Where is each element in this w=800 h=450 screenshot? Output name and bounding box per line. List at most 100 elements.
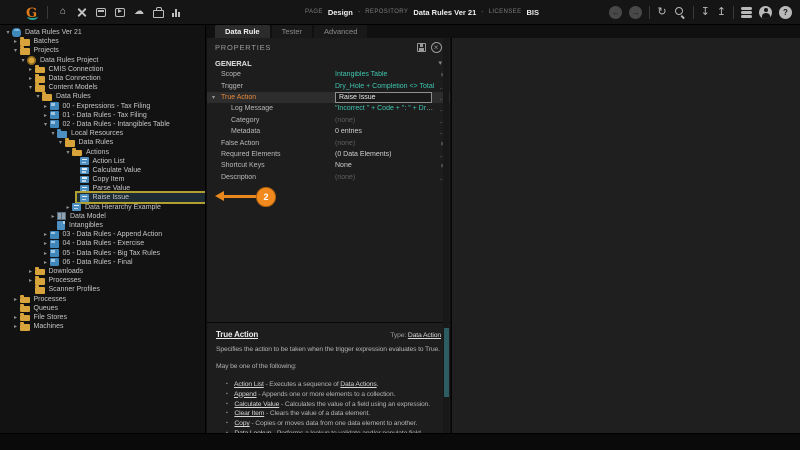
expand-arrow-icon[interactable] bbox=[42, 250, 50, 257]
property-row[interactable]: ▾ Category (none) bbox=[207, 115, 450, 126]
property-value[interactable]: None bbox=[335, 162, 436, 169]
property-value[interactable]: 0 entries bbox=[335, 128, 436, 135]
expand-arrow-icon[interactable] bbox=[12, 38, 20, 45]
tree-item[interactable]: Scanner Profiles bbox=[0, 285, 205, 294]
tree-item[interactable]: Actions bbox=[0, 147, 205, 156]
tree-item[interactable]: File Stores bbox=[0, 313, 205, 322]
tree-item[interactable]: Local Resources bbox=[0, 129, 205, 138]
property-value[interactable]: "Incorrect " + Code + ": " + Dry_Hole.To… bbox=[335, 105, 436, 112]
tree-item[interactable]: Copy Item bbox=[0, 175, 205, 184]
forward-icon[interactable]: → bbox=[629, 6, 642, 19]
tree-item[interactable]: Content Models bbox=[0, 83, 205, 92]
expand-arrow-icon[interactable] bbox=[42, 259, 50, 266]
expand-arrow-icon[interactable] bbox=[27, 66, 35, 73]
import-icon[interactable]: ↧ bbox=[701, 6, 710, 19]
help-term-link[interactable]: Calculate Value bbox=[234, 401, 279, 408]
property-row[interactable]: ▾ Trigger Dry_Hole + Completion <> Total bbox=[207, 80, 450, 91]
expand-arrow-icon[interactable] bbox=[64, 204, 72, 211]
toolbox-icon[interactable] bbox=[153, 10, 164, 18]
tree-item[interactable]: Parse Value bbox=[0, 184, 205, 193]
tree-item[interactable]: 00 - Expressions - Tax Filing bbox=[0, 102, 205, 111]
database-icon[interactable] bbox=[741, 7, 752, 18]
expand-arrow-icon[interactable] bbox=[57, 139, 65, 146]
help-term-link[interactable]: Clear Item bbox=[234, 410, 264, 417]
vertical-scrollbar[interactable] bbox=[443, 38, 449, 433]
property-value[interactable]: Raise Issue bbox=[335, 92, 436, 104]
tree-item[interactable]: Action List bbox=[0, 157, 205, 166]
tree-item[interactable]: Data Connection bbox=[0, 74, 205, 83]
batches-icon[interactable] bbox=[96, 8, 106, 17]
help-term-link[interactable]: Action List bbox=[234, 381, 264, 388]
tree-item[interactable]: 01 - Data Rules - Tax Filing bbox=[0, 111, 205, 120]
close-icon[interactable]: × bbox=[431, 42, 442, 53]
expand-arrow-icon[interactable] bbox=[12, 323, 20, 330]
tree-item[interactable]: Raise Issue bbox=[0, 193, 205, 202]
help-inline-link[interactable]: Data Actions bbox=[340, 381, 376, 388]
tree-item[interactable]: Data Rules Project bbox=[0, 56, 205, 65]
tree-item[interactable]: 04 - Data Rules - Exercise bbox=[0, 239, 205, 248]
save-icon[interactable] bbox=[417, 43, 426, 52]
property-row[interactable]: ▾ Required Elements (0 Data Elements) bbox=[207, 149, 450, 160]
expand-arrow-icon[interactable] bbox=[27, 75, 35, 82]
help-term-link[interactable]: Data Lookup bbox=[234, 430, 271, 433]
tree-item[interactable]: Data Hierarchy Example bbox=[0, 203, 205, 212]
design-tools-icon[interactable] bbox=[76, 6, 88, 19]
property-row[interactable]: ▾ Shortcut Keys None bbox=[207, 160, 450, 171]
expand-arrow-icon[interactable] bbox=[12, 47, 20, 54]
help-icon[interactable]: ? bbox=[779, 6, 792, 19]
tree-item[interactable]: Projects bbox=[0, 46, 205, 55]
stats-icon[interactable] bbox=[171, 8, 181, 17]
scrollbar-thumb[interactable] bbox=[444, 328, 449, 397]
tab[interactable]: Tester bbox=[272, 25, 312, 38]
property-row[interactable]: ▾ Metadata 0 entries bbox=[207, 126, 450, 137]
expand-arrow-icon[interactable] bbox=[12, 314, 20, 321]
tree-item[interactable]: Processes bbox=[0, 276, 205, 285]
tree-item[interactable]: 02 - Data Rules - Intangibles Table bbox=[0, 120, 205, 129]
property-value[interactable]: (0 Data Elements) bbox=[335, 151, 436, 158]
page-value[interactable]: Design bbox=[328, 8, 353, 17]
back-icon[interactable]: ← bbox=[609, 6, 622, 19]
expand-arrow-icon[interactable] bbox=[34, 93, 42, 100]
user-icon[interactable] bbox=[759, 6, 772, 19]
expand-arrow-icon[interactable] bbox=[42, 103, 50, 110]
tree-item[interactable]: Batches bbox=[0, 37, 205, 46]
tree-item[interactable]: Calculate Value bbox=[0, 166, 205, 175]
type-link[interactable]: Data Action bbox=[408, 332, 441, 339]
help-term-link[interactable]: Append bbox=[234, 391, 257, 398]
cloud-upload-icon[interactable]: ☁ bbox=[133, 6, 145, 19]
property-row[interactable]: ▾ Description (none) bbox=[207, 172, 450, 183]
property-value[interactable]: Dry_Hole + Completion <> Total bbox=[335, 83, 436, 90]
expand-arrow-icon[interactable] bbox=[42, 112, 50, 119]
tree-item[interactable]: Queues bbox=[0, 304, 205, 313]
property-row[interactable]: ▾ False Action (none) bbox=[207, 137, 450, 148]
tree-item[interactable]: 06 - Data Rules - Final bbox=[0, 258, 205, 267]
expand-arrow-icon[interactable] bbox=[49, 213, 57, 220]
expand-arrow-icon[interactable] bbox=[49, 130, 57, 137]
tab[interactable]: Advanced bbox=[314, 25, 367, 38]
export-icon[interactable]: ↥ bbox=[717, 6, 726, 19]
property-value[interactable]: (none) bbox=[335, 117, 436, 124]
review-icon[interactable] bbox=[115, 8, 125, 17]
property-group-general[interactable]: GENERAL ▾ bbox=[207, 57, 450, 69]
tree-item[interactable]: CMIS Connection bbox=[0, 65, 205, 74]
repository-value[interactable]: Data Rules Ver 21 bbox=[413, 8, 476, 17]
expand-arrow-icon[interactable] bbox=[42, 231, 50, 238]
expand-arrow-icon[interactable] bbox=[4, 29, 12, 36]
help-term-link[interactable]: Copy bbox=[234, 420, 249, 427]
tab[interactable]: Data Rule bbox=[215, 25, 270, 38]
tree-item[interactable]: Downloads bbox=[0, 267, 205, 276]
tree-item[interactable]: 05 - Data Rules - Big Tax Rules bbox=[0, 249, 205, 258]
expand-arrow-icon[interactable] bbox=[42, 240, 50, 247]
tree-item[interactable]: Intangibles bbox=[0, 221, 205, 230]
expand-arrow-icon[interactable] bbox=[64, 149, 72, 156]
tree-item[interactable]: Machines bbox=[0, 322, 205, 331]
property-value[interactable]: (none) bbox=[335, 174, 436, 181]
home-icon[interactable]: ⌂ bbox=[57, 6, 69, 19]
expand-arrow-icon[interactable] bbox=[27, 84, 35, 91]
expand-arrow-icon[interactable] bbox=[27, 277, 35, 284]
refresh-icon[interactable]: ↻ bbox=[657, 6, 666, 19]
property-value[interactable]: Intangibles Table bbox=[335, 71, 436, 78]
tree-item[interactable]: Data Model bbox=[0, 212, 205, 221]
property-row[interactable]: ▾ True Action Raise Issue bbox=[207, 92, 450, 103]
search-icon[interactable] bbox=[674, 6, 686, 18]
